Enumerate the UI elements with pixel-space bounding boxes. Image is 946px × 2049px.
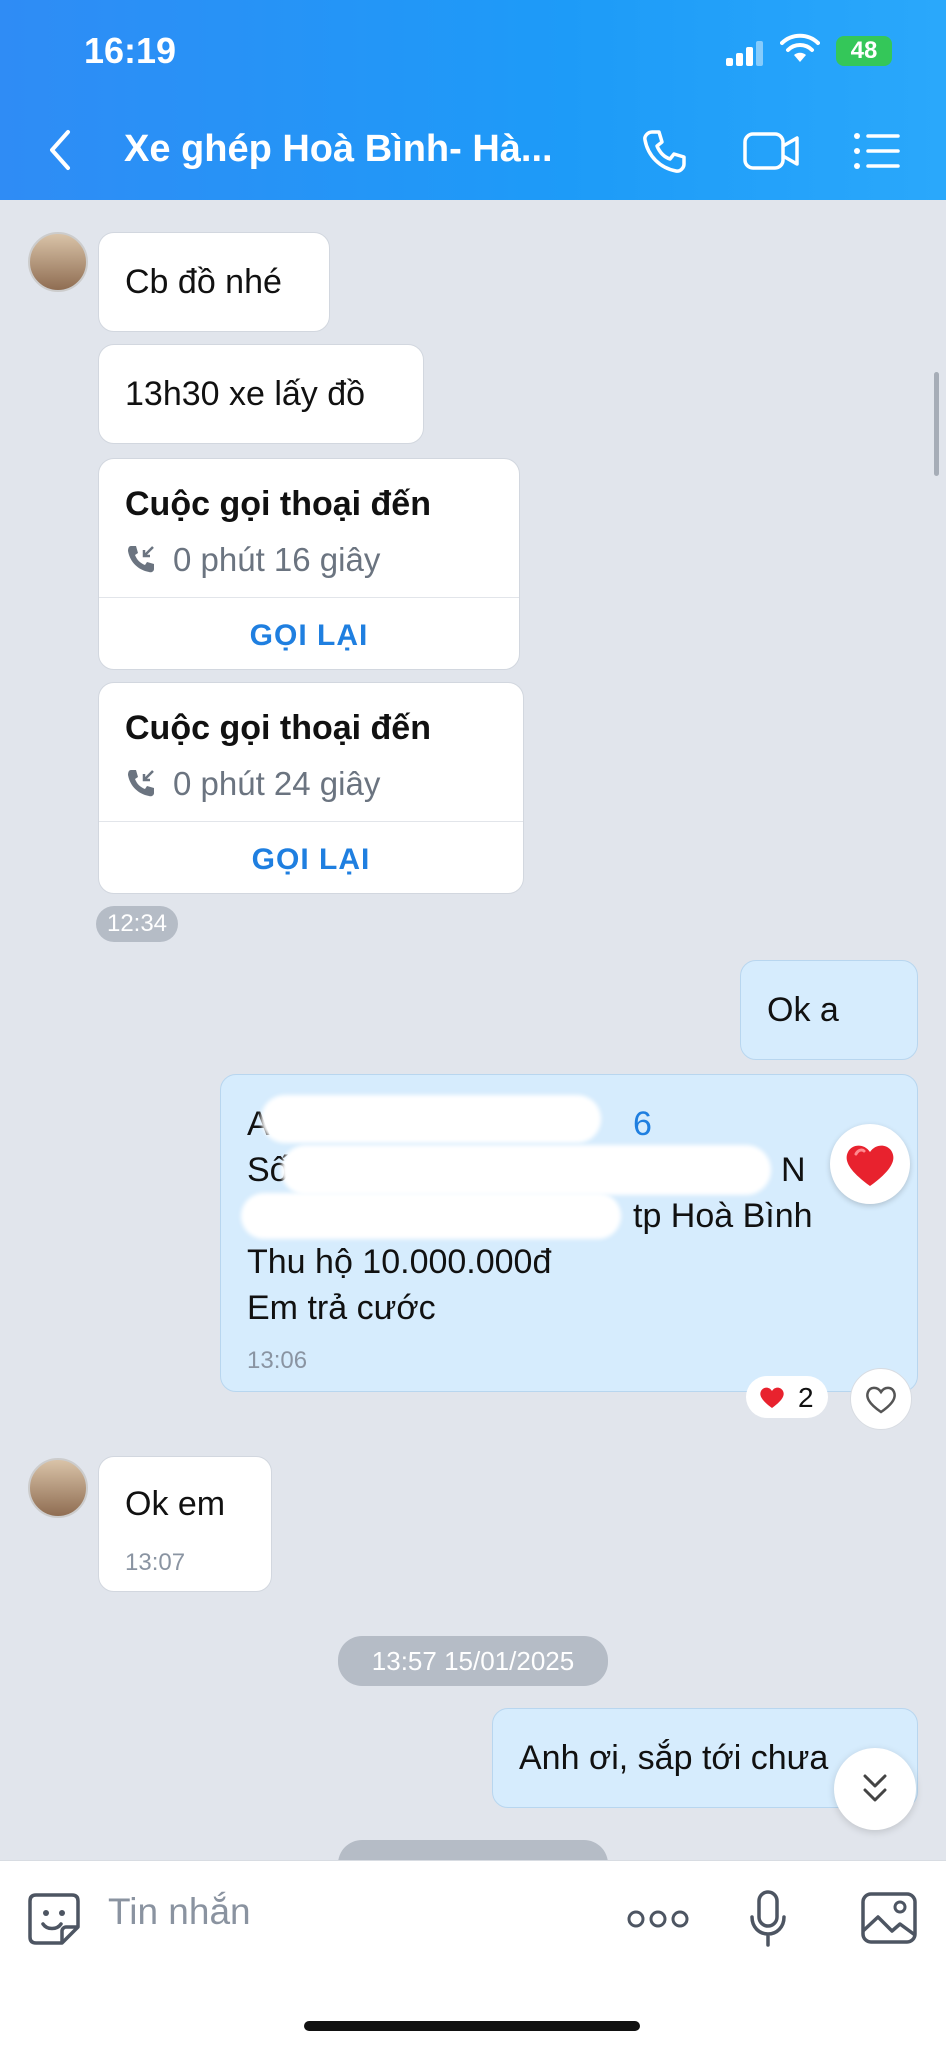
scroll-to-bottom-button[interactable] — [834, 1748, 916, 1830]
message-line: Em trả cước — [247, 1289, 436, 1327]
avatar[interactable] — [28, 232, 88, 292]
status-time: 16:19 — [84, 30, 177, 71]
wifi-icon — [780, 33, 820, 62]
battery-icon: 48 — [836, 36, 892, 66]
phone-link[interactable]: 6 — [633, 1105, 652, 1144]
home-indicator — [304, 2021, 640, 2031]
redaction-mark — [281, 1145, 771, 1195]
more-options-icon[interactable] — [626, 1909, 690, 1929]
message-input[interactable]: Tin nhắn — [108, 1891, 251, 1933]
image-gallery-icon[interactable] — [860, 1891, 918, 1945]
call-title: Cuộc gọi thoại đến — [125, 485, 431, 523]
call-card: Cuộc gọi thoại đến 0 phút 24 giây GỌI LẠ… — [98, 682, 524, 894]
chat-header: 16:19 48 Xe ghép Hoà Bình- Hà... — [0, 0, 946, 200]
call-back-button[interactable]: GỌI LẠI — [99, 843, 523, 877]
divider — [99, 821, 523, 822]
message-bubble[interactable]: 13h30 xe lấy đồ — [98, 344, 424, 444]
message-line: tp Hoà Bình — [633, 1197, 813, 1235]
call-duration-text: 0 phút 24 giây — [173, 765, 381, 802]
redaction-mark — [261, 1095, 601, 1143]
message-composer: Tin nhắn — [0, 1860, 946, 2049]
message-time: 13:07 — [125, 1549, 186, 1576]
message-time: 13:06 — [247, 1347, 308, 1374]
message-line: N — [781, 1151, 806, 1189]
divider — [99, 597, 519, 598]
reaction-count: 2 — [798, 1382, 814, 1413]
call-duration: 0 phút 24 giây — [125, 765, 380, 803]
message-line: Thu hộ 10.000.000đ — [247, 1243, 552, 1281]
incoming-call-icon — [128, 546, 154, 573]
message-text: Ok a — [767, 991, 839, 1029]
back-icon[interactable] — [46, 128, 72, 172]
sticker-icon[interactable] — [26, 1891, 82, 1947]
date-separator: 13:57 15/01/2025 — [338, 1636, 608, 1686]
message-text: Ok em — [125, 1485, 226, 1523]
reaction-summary[interactable]: 2 — [746, 1376, 828, 1418]
message-text: Anh ơi, sắp tới chưa — [519, 1739, 829, 1777]
scrollbar[interactable] — [934, 372, 939, 476]
message-time-badge: 12:34 — [96, 906, 178, 942]
heart-outline-icon — [866, 1386, 896, 1414]
message-text: 13h30 xe lấy đồ — [125, 375, 366, 413]
message-bubble-outgoing[interactable]: A 6 Số n N t tp Hoà Bình Thu hộ 10.000.0… — [220, 1074, 918, 1392]
chevron-double-down-icon — [863, 1774, 887, 1802]
video-call-icon[interactable] — [742, 128, 800, 174]
call-title: Cuộc gọi thoại đến — [125, 709, 431, 747]
react-button[interactable] — [850, 1368, 912, 1430]
call-duration: 0 phút 16 giây — [125, 541, 380, 579]
message-bubble-outgoing[interactable]: Ok a — [740, 960, 918, 1060]
reaction-heart-icon[interactable] — [830, 1124, 910, 1204]
call-duration-text: 0 phút 16 giây — [173, 541, 381, 578]
microphone-icon[interactable] — [748, 1889, 788, 1949]
incoming-call-icon — [128, 770, 154, 797]
avatar[interactable] — [28, 1458, 88, 1518]
call-card: Cuộc gọi thoại đến 0 phút 16 giây GỌI LẠ… — [98, 458, 520, 670]
chat-title[interactable]: Xe ghép Hoà Bình- Hà... — [124, 128, 584, 171]
message-bubble[interactable]: Ok em 13:07 — [98, 1456, 272, 1592]
redaction-mark — [241, 1193, 621, 1239]
message-text: Cb đồ nhé — [125, 263, 282, 301]
heart-icon — [760, 1387, 784, 1408]
chat-messages[interactable]: Cb đồ nhé 13h30 xe lấy đồ Cuộc gọi thoại… — [0, 200, 946, 1860]
menu-list-icon[interactable] — [852, 128, 902, 174]
date-separator — [338, 1840, 608, 1860]
cellular-signal-icon — [726, 40, 766, 66]
phone-call-icon[interactable] — [640, 128, 688, 176]
message-bubble[interactable]: Cb đồ nhé — [98, 232, 330, 332]
call-back-button[interactable]: GỌI LẠI — [99, 619, 519, 653]
